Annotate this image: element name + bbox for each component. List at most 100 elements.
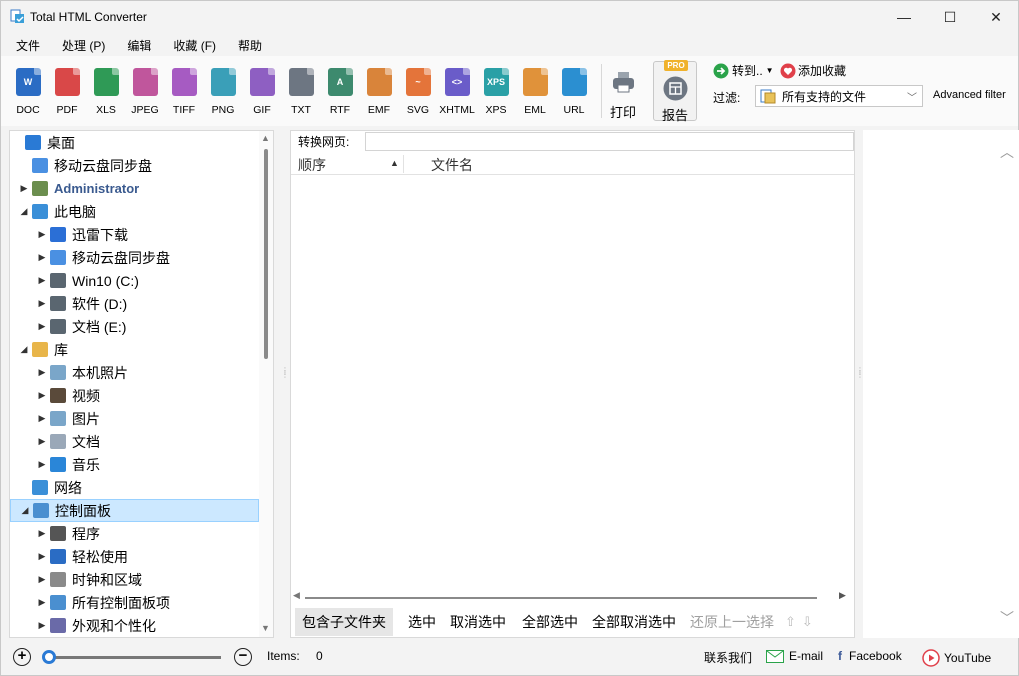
convert-txt-button[interactable]: TXT <box>282 68 320 124</box>
menu-help[interactable]: 帮助 <box>224 34 270 56</box>
filter-select[interactable]: 所有支持的文件 ﹀ <box>755 85 923 107</box>
include-subfolders-button[interactable]: 包含子文件夹 <box>295 608 393 636</box>
tree-item[interactable]: 桌面 <box>10 131 259 154</box>
expand-icon[interactable]: ▶ <box>37 528 47 539</box>
minimize-button[interactable]: — <box>881 1 927 33</box>
tree-item[interactable]: ▶ 时钟和区域 <box>10 568 259 591</box>
convert-gif-button[interactable]: GIF <box>243 68 281 124</box>
expand-icon[interactable]: ▶ <box>37 229 47 240</box>
convert-xps-button[interactable]: XPS XPS <box>477 68 515 124</box>
expand-icon[interactable]: ▶ <box>37 298 47 309</box>
advanced-filter-link[interactable]: Advanced filter <box>933 89 1006 101</box>
scroll-down-icon[interactable]: ▼ <box>261 623 270 633</box>
deselect-button[interactable]: 取消选中 <box>443 608 513 636</box>
tree-item[interactable]: ▶ 迅雷下载 <box>10 223 259 246</box>
select-all-button[interactable]: 全部选中 <box>515 608 585 636</box>
menu-favorites[interactable]: 收藏 (F) <box>159 34 224 56</box>
tree-item[interactable]: ▶ 软件 (D:) <box>10 292 259 315</box>
expand-icon[interactable]: ▶ <box>37 390 47 401</box>
convert-png-button[interactable]: PNG <box>204 68 242 124</box>
expand-icon[interactable]: ▶ <box>37 597 47 608</box>
facebook-link[interactable]: f Facebook <box>838 649 902 663</box>
tree-item[interactable]: ▶ 轻松使用 <box>10 545 259 568</box>
expand-icon[interactable]: ▶ <box>37 459 47 470</box>
menu-process[interactable]: 处理 (P) <box>48 34 113 56</box>
expand-icon[interactable]: ▶ <box>19 183 29 194</box>
convert-xls-button[interactable]: XLS <box>87 68 125 124</box>
expand-icon[interactable]: ▶ <box>37 620 47 631</box>
tree-item[interactable]: ▶ 文档 (E:) <box>10 315 259 338</box>
tree-item[interactable]: ▶ 音乐 <box>10 453 259 476</box>
restore-selection-button[interactable]: 还原上一选择 <box>683 608 781 636</box>
tree-item[interactable]: ▶ 所有控制面板项 <box>10 591 259 614</box>
url-input[interactable] <box>365 132 854 151</box>
convert-rtf-button[interactable]: A RTF <box>321 68 359 124</box>
column-filename[interactable]: 文件名 <box>431 155 473 175</box>
tree-item[interactable]: ◢ 控制面板 <box>10 499 259 522</box>
add-favorite-button[interactable]: 添加收藏 <box>780 62 846 79</box>
zoom-in-icon[interactable]: + <box>13 648 31 666</box>
scroll-right-icon[interactable]: ▶ <box>839 590 846 601</box>
tree-item[interactable]: 网络 <box>10 476 259 499</box>
zoom-slider-knob[interactable] <box>42 650 56 664</box>
expand-icon[interactable]: ▶ <box>37 367 47 378</box>
convert-tiff-button[interactable]: TIFF <box>165 68 203 124</box>
column-order[interactable]: 顺序 <box>298 155 326 175</box>
scroll-up-icon[interactable]: ▲ <box>261 133 270 143</box>
tree-scrollbar[interactable]: ▲ ▼ <box>259 131 273 637</box>
collapse-icon[interactable]: ◢ <box>20 505 30 516</box>
convert-svg-button[interactable]: ~ SVG <box>399 68 437 124</box>
expand-icon[interactable]: ▶ <box>37 551 47 562</box>
expand-icon[interactable]: ▶ <box>37 413 47 424</box>
folder-tree[interactable]: 桌面 移动云盘同步盘 ▶ Administrator ◢ 此电脑 ▶ 迅雷下载 ▶ 移动云盘同步盘… <box>9 130 274 638</box>
report-button[interactable]: PRO 报告 <box>653 60 697 123</box>
youtube-link[interactable]: YouTube <box>922 649 991 667</box>
deselect-all-button[interactable]: 全部取消选中 <box>585 608 683 636</box>
expand-icon[interactable]: ▶ <box>37 275 47 286</box>
expand-icon[interactable]: ▶ <box>37 321 47 332</box>
menu-file[interactable]: 文件 <box>1 34 48 56</box>
move-down-icon[interactable]: ⇩ <box>802 614 813 630</box>
convert-eml-button[interactable]: EML <box>516 68 554 124</box>
tree-item[interactable]: ◢ 此电脑 <box>10 200 259 223</box>
expand-icon[interactable]: ▶ <box>37 252 47 263</box>
email-link[interactable]: E-mail <box>766 649 823 663</box>
move-up-icon[interactable]: ⇧ <box>785 614 796 630</box>
collapse-icon[interactable]: ◢ <box>19 344 29 355</box>
expand-icon[interactable]: ▶ <box>37 436 47 447</box>
tree-item[interactable]: ▶ Win10 (C:) <box>10 269 259 292</box>
scroll-down-icon[interactable]: ﹀ <box>1000 608 1014 628</box>
contact-us-link[interactable]: 联系我们 <box>704 649 752 666</box>
tree-item[interactable]: ▶ 图片 <box>10 407 259 430</box>
convert-doc-button[interactable]: W DOC <box>9 68 47 124</box>
left-splitter[interactable]: ⋮ ⋮ <box>281 367 289 393</box>
tree-item[interactable]: ▶ 移动云盘同步盘 <box>10 246 259 269</box>
collapse-icon[interactable]: ◢ <box>19 206 29 217</box>
list-hscrollbar[interactable]: ◀ ▶ <box>291 589 854 605</box>
expand-icon[interactable]: ▶ <box>37 574 47 585</box>
convert-pdf-button[interactable]: PDF <box>48 68 86 124</box>
menu-edit[interactable]: 编辑 <box>113 34 159 56</box>
convert-emf-button[interactable]: EMF <box>360 68 398 124</box>
tree-item[interactable]: ▶ 视频 <box>10 384 259 407</box>
tree-item[interactable]: 移动云盘同步盘 <box>10 154 259 177</box>
tree-item[interactable]: ▶ 外观和个性化 <box>10 614 259 637</box>
right-splitter[interactable]: ⋮ ⋮ <box>856 367 864 393</box>
convert-jpeg-button[interactable]: JPEG <box>126 68 164 124</box>
tree-item[interactable]: ▶ 文档 <box>10 430 259 453</box>
close-button[interactable]: ✕ <box>973 1 1019 33</box>
tree-item[interactable]: ◢ 库 <box>10 338 259 361</box>
goto-button[interactable]: 转到.. ▼ <box>713 62 774 79</box>
tree-item[interactable]: ▶ 本机照片 <box>10 361 259 384</box>
convert-url-button[interactable]: URL <box>555 68 593 124</box>
scroll-up-icon[interactable]: ︿ <box>1000 142 1014 162</box>
tree-item[interactable]: ▶ 程序 <box>10 522 259 545</box>
zoom-slider[interactable] <box>46 656 221 659</box>
select-button[interactable]: 选中 <box>401 608 443 636</box>
print-button[interactable]: 打印 <box>604 68 642 124</box>
column-divider[interactable] <box>403 155 404 173</box>
maximize-button[interactable]: ☐ <box>927 1 973 33</box>
convert-xhtml-button[interactable]: <> XHTML <box>438 68 476 124</box>
hscroll-thumb[interactable] <box>305 597 817 599</box>
scroll-left-icon[interactable]: ◀ <box>293 590 300 601</box>
